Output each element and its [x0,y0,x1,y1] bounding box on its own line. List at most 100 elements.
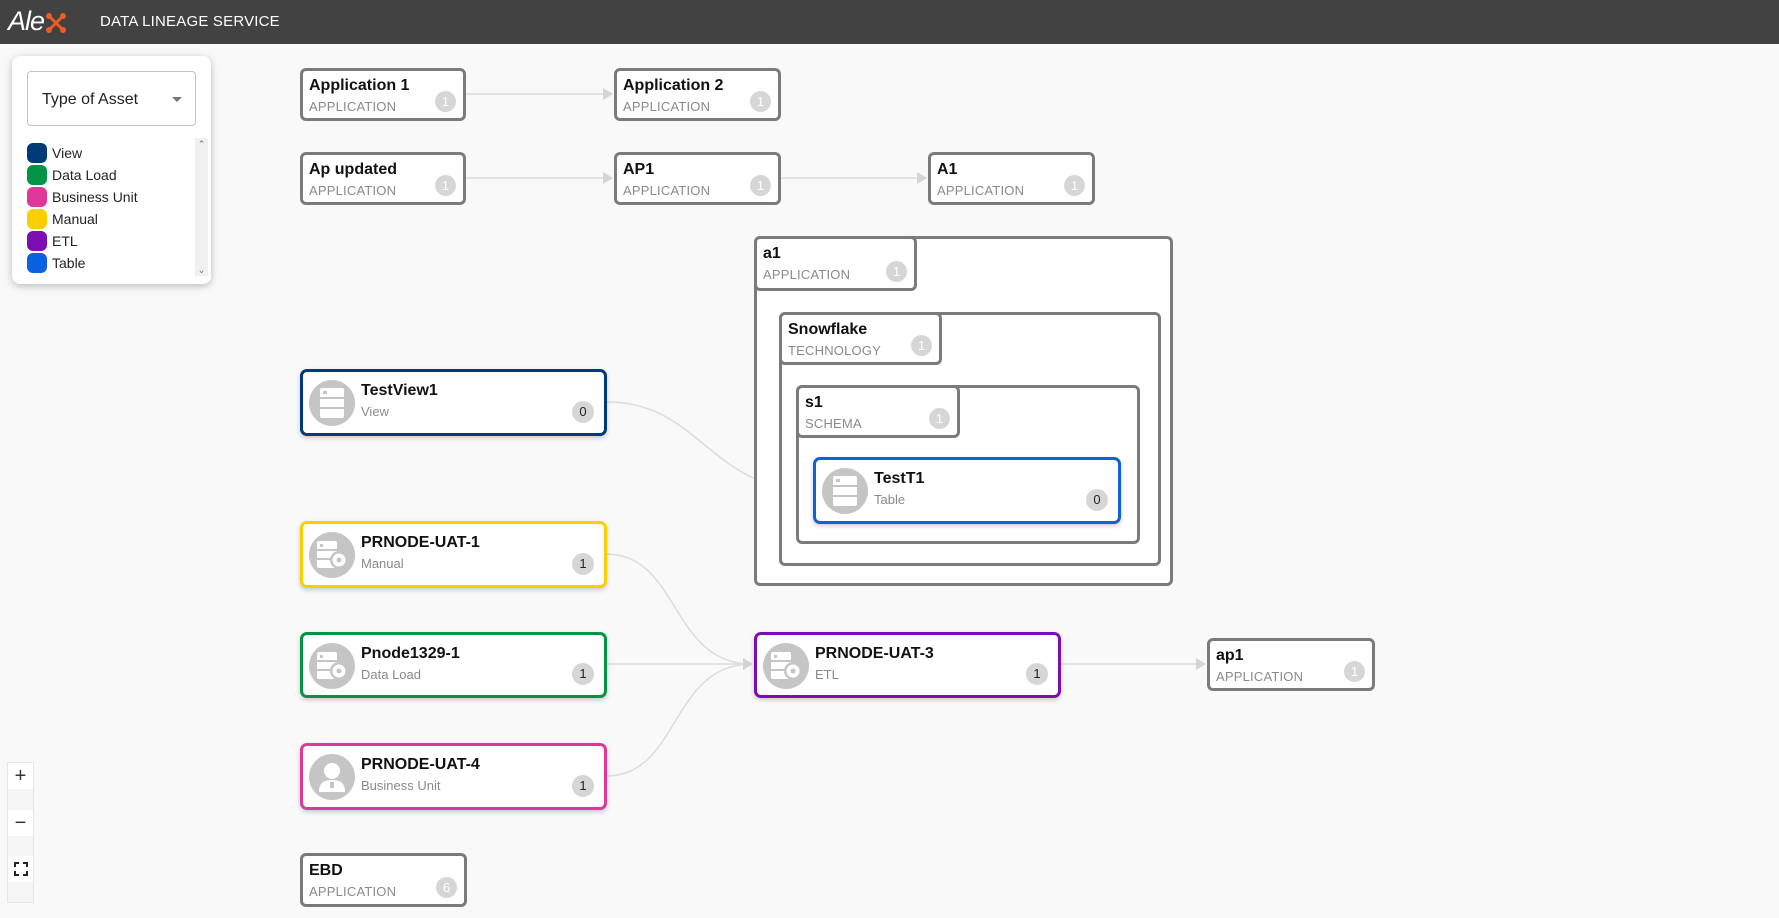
asset-name: PRNODE-UAT-3 [815,645,934,662]
node-count-badge[interactable]: 1 [435,175,456,196]
legend-item-data-load[interactable]: Data Load [27,164,138,186]
edge-prnodeuat4-prnodeuat3[interactable] [605,658,753,777]
node-name: Snowflake [788,321,868,338]
node-count-badge[interactable]: 1 [1064,175,1085,196]
node-name: Application 1 [309,77,410,94]
legend-item-etl[interactable]: ETL [27,230,138,252]
asset-count-badge[interactable]: 0 [572,401,594,423]
legend-item-view[interactable]: View [27,142,138,164]
asset-node-prnode-uat-3[interactable]: PRNODE-UAT-3 ETL 1 [754,632,1061,698]
asset-count-badge[interactable]: 1 [572,553,594,575]
asset-type: Table [874,492,906,507]
asset-type-select-label: Type of Asset [42,91,139,108]
legend-swatch [27,143,47,163]
group-header-s1[interactable]: s1 SCHEMA 1 [796,385,960,438]
node-ap-updated[interactable]: Ap updated APPLICATION 1 [300,152,466,205]
node-count-badge[interactable]: 1 [750,175,771,196]
legend-label: Data Load [52,167,117,183]
legend-swatch [27,209,47,229]
legend-swatch [27,253,47,273]
app-header: Ale DATA LINEAGE SERVICE [0,0,1779,44]
edge-prnodeuat1-prnodeuat3[interactable] [605,553,753,670]
process-gear-icon [309,532,355,578]
asset-type: Data Load [361,667,421,682]
legend-label: ETL [52,233,78,249]
node-count-badge[interactable]: 1 [911,335,932,356]
node-EBD[interactable]: EBD APPLICATION 6 [300,853,467,907]
asset-type: ETL [815,667,839,682]
asset-node-testview1[interactable]: TestView1 View 0 [300,369,607,436]
node-name: s1 [805,394,823,411]
node-count-badge[interactable]: 1 [435,91,456,112]
zoom-out-button[interactable]: − [8,810,33,836]
table-icon [309,380,355,426]
node-AP1[interactable]: AP1 APPLICATION 1 [614,152,781,205]
legend-list: View Data Load Business Unit Manual ETL … [27,142,138,274]
asset-node-pnode1329-1[interactable]: Pnode1329-1 Data Load 1 [300,632,607,698]
node-type: APPLICATION [937,183,1025,198]
node-application-1[interactable]: Application 1 APPLICATION 1 [300,68,466,121]
group-header-snowflake[interactable]: Snowflake TECHNOLOGY 1 [779,312,942,365]
asset-node-prnode-uat-4[interactable]: PRNODE-UAT-4 Business Unit 1 [300,743,607,810]
asset-count-badge[interactable]: 1 [572,775,594,797]
chevron-down-icon[interactable]: ⌄ [195,264,208,276]
asset-type-legend: Type of Asset View Data Load Business Un… [12,56,211,284]
asset-name: TestT1 [874,470,925,487]
asset-node-testt1[interactable]: TestT1 Table 0 [813,457,1121,524]
node-A1[interactable]: A1 APPLICATION 1 [928,152,1095,205]
node-name: Application 2 [623,77,724,94]
asset-type-select[interactable]: Type of Asset [27,71,196,126]
legend-label: View [52,145,83,161]
legend-item-manual[interactable]: Manual [27,208,138,230]
process-gear-icon [309,643,355,689]
node-type: APPLICATION [309,99,397,114]
legend-item-table[interactable]: Table [27,252,138,274]
fit-screen-icon [13,862,28,876]
chevron-down-icon [172,97,182,102]
zoom-controls: + − [7,762,34,903]
asset-name: Pnode1329-1 [361,645,460,662]
node-count-badge[interactable]: 1 [750,91,771,112]
legend-label: Business Unit [52,189,138,205]
node-ap1[interactable]: ap1 APPLICATION 1 [1207,638,1375,691]
node-type: APPLICATION [309,183,397,198]
node-name: AP1 [623,161,655,178]
node-type: APPLICATION [763,267,851,282]
node-name: ap1 [1216,647,1244,664]
node-count-badge[interactable]: 1 [1344,661,1365,682]
legend-item-business-unit[interactable]: Business Unit [27,186,138,208]
node-application-2[interactable]: Application 2 APPLICATION 1 [614,68,781,121]
node-name: EBD [309,862,343,879]
chevron-up-icon[interactable]: ⌃ [195,138,208,150]
asset-type: Manual [361,556,404,571]
alex-logo[interactable]: Ale [8,6,67,36]
asset-type: Business Unit [361,778,441,793]
user-icon [309,754,355,800]
node-type: TECHNOLOGY [788,343,882,358]
node-name: a1 [763,245,781,262]
legend-scrollbar[interactable]: ⌃ ⌄ [195,138,208,276]
asset-name: TestView1 [361,382,438,399]
legend-label: Table [52,255,86,271]
group-header-a1[interactable]: a1 APPLICATION 1 [754,236,917,291]
asset-node-prnode-uat-1[interactable]: PRNODE-UAT-1 Manual 1 [300,521,607,588]
asset-count-badge[interactable]: 0 [1086,489,1108,511]
node-count-badge[interactable]: 1 [886,261,907,282]
asset-count-badge[interactable]: 1 [1026,663,1048,685]
legend-swatch [27,187,47,207]
logo-text: Ale [8,5,45,36]
plus-icon: + [14,764,27,787]
node-type: APPLICATION [309,884,397,899]
node-count-badge[interactable]: 1 [929,408,950,429]
node-count-badge[interactable]: 6 [436,877,457,898]
node-type: APPLICATION [623,99,711,114]
zoom-in-button[interactable]: + [8,763,33,789]
node-type: SCHEMA [805,416,862,431]
asset-type: View [361,404,389,419]
asset-count-badge[interactable]: 1 [572,663,594,685]
table-icon [822,468,868,514]
process-gear-icon [763,643,809,689]
fit-view-button[interactable] [8,856,33,882]
node-type: APPLICATION [1216,669,1304,684]
asset-name: PRNODE-UAT-4 [361,756,480,773]
